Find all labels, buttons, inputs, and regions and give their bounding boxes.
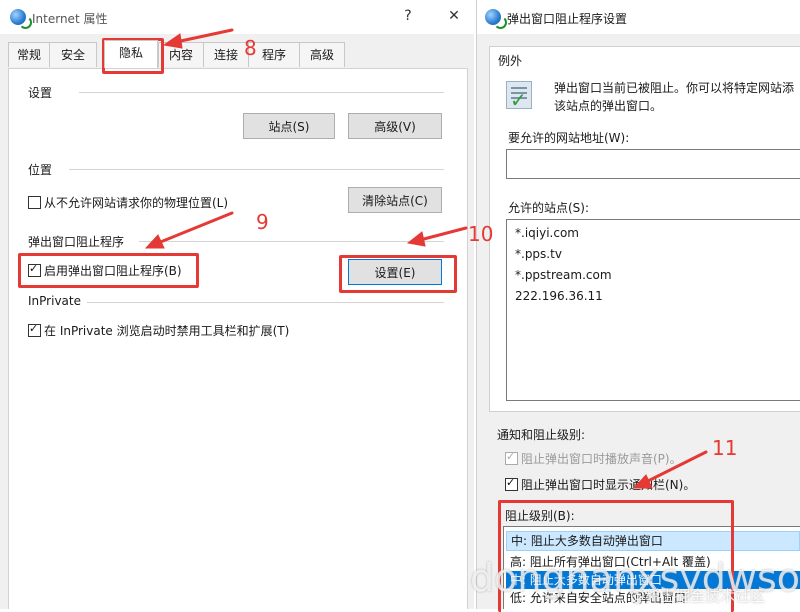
privacy-tab-panel: 设置 站点(S) 高级(V) 位置 从不允许网站请求你的物理位置(L) 清除站点… xyxy=(8,68,468,609)
allowed-sites-list[interactable]: *.iqiyi.com *.pps.tv *.ppstream.com 222.… xyxy=(506,219,800,401)
advanced-button[interactable]: 高级(V) xyxy=(348,113,442,139)
tab-security[interactable]: 安全 xyxy=(49,42,97,67)
play-sound-checkbox-label: 阻止弹出窗口时播放声音(P)。 xyxy=(521,452,682,466)
tab-connections[interactable]: 连接 xyxy=(203,42,249,67)
internet-properties-titlebar: Internet 属性 ? ✕ xyxy=(0,0,474,34)
inprivate-group-label: InPrivate xyxy=(28,294,87,308)
popup-checkbox-highlight xyxy=(18,253,199,288)
show-infobar-checkbox-label: 阻止弹出窗口时显示通知栏(N)。 xyxy=(521,478,696,492)
location-group-label: 位置 xyxy=(28,161,59,178)
annotation-8: 8 xyxy=(244,36,257,60)
sites-button[interactable]: 站点(S) xyxy=(243,113,335,139)
notify-group-label: 通知和阻止级别: xyxy=(497,428,586,442)
allowed-check-icon: ✓ xyxy=(506,81,532,112)
allowed-site-item[interactable]: *.ppstream.com xyxy=(515,268,612,282)
location-group-divider xyxy=(69,169,444,170)
tab-general[interactable]: 常规 xyxy=(8,42,50,67)
popup-settings-title: 弹出窗口阻止程序设置 xyxy=(507,12,628,26)
inprivate-group-divider xyxy=(85,302,444,303)
popup-settings-titlebar: 弹出窗口阻止程序设置 xyxy=(477,0,800,34)
settings-group-label: 设置 xyxy=(28,84,59,101)
close-button[interactable]: ✕ xyxy=(444,8,464,24)
inprivate-checkbox[interactable] xyxy=(28,322,41,337)
blocking-level-highlight xyxy=(498,500,734,612)
tab-advanced[interactable]: 高级 xyxy=(299,42,345,67)
popup-group-label: 弹出窗口阻止程序 xyxy=(28,233,131,250)
allowed-site-item[interactable]: 222.196.36.11 xyxy=(515,289,603,303)
allowed-site-item[interactable]: *.iqiyi.com xyxy=(515,226,579,240)
exceptions-description-line1: 弹出窗口当前已被阻止。你可以将特定网站添 xyxy=(554,81,795,95)
inprivate-checkbox-label: 在 InPrivate 浏览启动时禁用工具栏和扩展(T) xyxy=(44,324,290,338)
popup-group-divider xyxy=(139,241,444,242)
play-sound-checkbox xyxy=(505,450,518,465)
popup-settings-globe-icon xyxy=(485,9,507,29)
internet-properties-title: Internet 属性 xyxy=(32,12,108,26)
tab-privacy[interactable]: 隐私 xyxy=(104,40,158,68)
exceptions-description-line2: 该站点的弹出窗口。 xyxy=(554,99,663,113)
tab-content[interactable]: 内容 xyxy=(158,42,204,67)
website-address-input[interactable] xyxy=(506,149,800,179)
allowed-sites-label: 允许的站点(S): xyxy=(508,201,590,215)
address-label: 要允许的网站地址(W): xyxy=(508,131,630,145)
annotation-10: 10 xyxy=(468,222,494,246)
internet-globe-icon xyxy=(10,9,32,29)
annotation-9: 9 xyxy=(256,210,269,234)
help-button[interactable]: ? xyxy=(398,8,418,24)
allowed-site-item[interactable]: *.pps.tv xyxy=(515,247,562,261)
exceptions-section: 例外 ✓ 弹出窗口当前已被阻止。你可以将特定网站添 该站点的弹出窗口。 要允许的… xyxy=(489,46,800,412)
green-check-icon: ✓ xyxy=(510,88,527,112)
settings-group-divider xyxy=(79,92,444,93)
internet-properties-window: Internet 属性 ? ✕ 常规 安全 隐私 内容 连接 程序 高级 设置 … xyxy=(0,0,474,609)
clear-sites-button[interactable]: 清除站点(C) xyxy=(348,187,442,213)
location-checkbox-label: 从不允许网站请求你的物理位置(L) xyxy=(44,196,229,210)
show-infobar-checkbox[interactable] xyxy=(505,476,518,491)
location-checkbox[interactable] xyxy=(28,196,41,209)
settings-button-highlight xyxy=(339,255,457,293)
exceptions-group-label: 例外 xyxy=(498,52,529,69)
annotation-11: 11 xyxy=(712,436,738,460)
